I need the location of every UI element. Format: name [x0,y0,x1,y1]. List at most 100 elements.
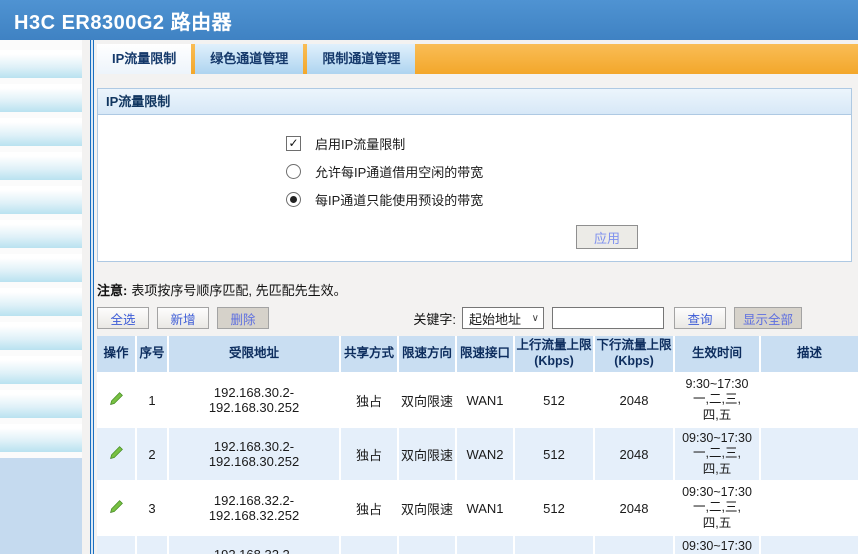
panel-body: 启用IP流量限制 允许每IP通道借用空闲的带宽 每IP通道只能使用预设的带宽 应… [98,115,851,261]
cell-share: 独占 [341,482,399,536]
cell-share: 独占 [341,428,399,482]
table-row: 4 192.168.32.2-192.168.32.252 独占 双向限速 WA… [97,536,858,554]
tab-green-channel[interactable]: 绿色通道管理 [195,44,304,74]
edit-icon[interactable] [108,391,124,407]
sidebar-item[interactable] [0,186,82,214]
cell-up-limit: 512 [515,374,595,428]
cell-seq: 2 [137,428,169,482]
panel-title: IP流量限制 [98,89,851,115]
preset-bandwidth-only-radio[interactable] [286,191,301,207]
option-row: 启用IP流量限制 [286,129,851,157]
tab-limit-channel[interactable]: 限制通道管理 [307,44,416,74]
cell-interface: WAN2 [457,536,515,554]
table-toolbar: 全选 新增 删除 关键字: 起始地址 ∨ 查询 显示全部 [97,307,858,329]
cell-description [761,536,858,554]
cell-interface: WAN1 [457,374,515,428]
sidebar-item[interactable] [0,322,82,350]
cell-description [761,428,858,482]
borrow-idle-bandwidth-radio[interactable] [286,163,301,179]
limit-rules-table: 操作 序号 受限地址 共享方式 限速方向 限速接口 上行流量上限 (Kbps) … [97,336,858,554]
cell-up-limit: 512 [515,536,595,554]
note-text: 注意: 表项按序号顺序匹配, 先匹配先生效。 [97,283,347,298]
cell-seq: 4 [137,536,169,554]
cell-down-limit: 2048 [595,428,675,482]
option-label: 启用IP流量限制 [315,136,406,152]
col-header-interface: 限速接口 [457,336,515,374]
sidebar-item[interactable] [0,390,82,418]
apply-button[interactable]: 应用 [576,225,638,249]
search-button[interactable]: 查询 [673,307,726,329]
sidebar-gap [82,40,90,554]
sidebar-item[interactable] [0,254,82,282]
col-header-action: 操作 [97,336,137,374]
option-row: 允许每IP通道借用空闲的带宽 [286,157,851,185]
cell-effective-time: 9:30~17:30 一,二,三, 四,五 [675,374,761,428]
apply-row: 应用 [286,225,851,249]
cell-seq: 3 [137,482,169,536]
tab-ip-traffic-limit[interactable]: IP流量限制 [97,44,192,74]
sidebar-item[interactable] [0,84,82,112]
keyword-select[interactable]: 起始地址 ∨ [461,307,544,329]
cell-down-limit: 2048 [595,482,675,536]
cell-description [761,482,858,536]
col-header-effective-time: 生效时间 [675,336,761,374]
cell-effective-time: 09:30~17:30一,二,三,四,五 [675,428,761,482]
cell-direction: 双向限速 [399,374,457,428]
router-admin-window: H3C ER8300G2 路由器 IP流量限制 绿色通道管理 限制通道管理 IP… [0,0,858,554]
table-row: 3 192.168.32.2-192.168.32.252 独占 双向限速 WA… [97,482,858,536]
edit-icon[interactable] [108,499,124,515]
cell-direction: 双向限速 [399,536,457,554]
app-header: H3C ER8300G2 路由器 [0,0,858,40]
option-label: 允许每IP通道借用空闲的带宽 [315,164,484,180]
delete-button[interactable]: 删除 [217,307,269,329]
col-header-up-limit: 上行流量上限 (Kbps) [515,336,595,374]
col-header-down-limit: 下行流量上限 (Kbps) [595,336,675,374]
cell-description [761,374,858,428]
tab-bar: IP流量限制 绿色通道管理 限制通道管理 [97,44,858,74]
col-header-seq: 序号 [137,336,169,374]
ip-limit-panel: IP流量限制 启用IP流量限制 允许每IP通道借用空闲的带宽 每IP通道只能使用… [97,88,852,262]
option-label: 每IP通道只能使用预设的带宽 [315,192,484,208]
add-button[interactable]: 新增 [157,307,209,329]
sidebar-item[interactable] [0,356,82,384]
chevron-down-icon: ∨ [531,312,539,324]
select-all-button[interactable]: 全选 [97,307,149,329]
table-row: 2 192.168.30.2-192.168.30.252 独占 双向限速 WA… [97,428,858,482]
cell-effective-time: 09:30~17:30一,二,三,四,五 [675,482,761,536]
edit-icon[interactable] [108,445,124,461]
table-row: 1 192.168.30.2-192.168.30.252 独占 双向限速 WA… [97,374,858,428]
col-header-share: 共享方式 [341,336,399,374]
table-header-row: 操作 序号 受限地址 共享方式 限速方向 限速接口 上行流量上限 (Kbps) … [97,336,858,374]
cell-share: 独占 [341,374,399,428]
keyword-selected-value: 起始地址 [468,311,521,327]
cell-direction: 双向限速 [399,482,457,536]
cell-interface: WAN2 [457,428,515,482]
sidebar-item[interactable] [0,118,82,146]
col-header-direction: 限速方向 [399,336,457,374]
cell-address: 192.168.30.2-192.168.30.252 [169,374,341,428]
sidebar-item[interactable] [0,424,82,452]
cell-interface: WAN1 [457,482,515,536]
show-all-button[interactable]: 显示全部 [733,307,802,329]
sidebar-item[interactable] [0,288,82,316]
col-header-description: 描述 [761,336,858,374]
keyword-input[interactable] [551,307,664,329]
note-prefix: 注意: [97,283,128,298]
cell-up-limit: 512 [515,428,595,482]
sidebar-item[interactable] [0,152,82,180]
enable-ip-limit-checkbox[interactable] [286,135,301,151]
cell-seq: 1 [137,374,169,428]
sidebar [0,40,82,554]
sidebar-item[interactable] [0,220,82,248]
sidebar-item[interactable] [0,50,82,78]
main-content: IP流量限制 绿色通道管理 限制通道管理 IP流量限制 启用IP流量限制 允许每… [94,40,858,554]
option-row: 每IP通道只能使用预设的带宽 [286,185,851,213]
cell-direction: 双向限速 [399,428,457,482]
cell-address: 192.168.30.2-192.168.30.252 [169,428,341,482]
sidebar-footer [0,458,82,554]
keyword-label: 关键字: [413,311,456,327]
cell-down-limit: 2048 [595,536,675,554]
cell-effective-time: 09:30~17:30一,二,三,四,五 [675,536,761,554]
cell-share: 独占 [341,536,399,554]
cell-address: 192.168.32.2-192.168.32.252 [169,536,341,554]
